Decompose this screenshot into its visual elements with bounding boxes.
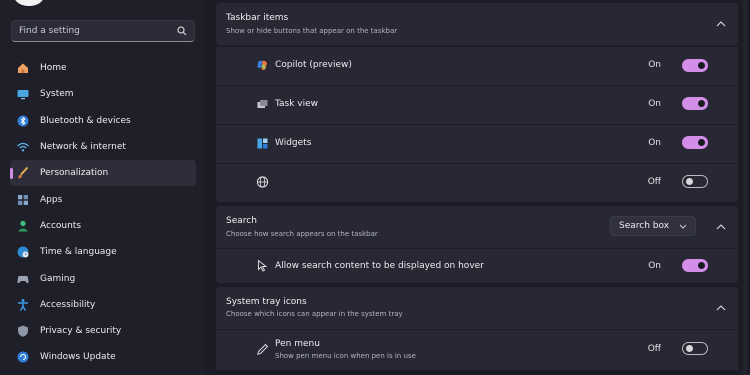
row-label: Pen menu bbox=[275, 339, 320, 349]
avatar[interactable] bbox=[14, 0, 44, 6]
toggle-knob bbox=[698, 100, 705, 107]
widgets-toggle[interactable] bbox=[682, 136, 708, 149]
sidebar-item-accounts[interactable]: Accounts bbox=[10, 213, 196, 239]
sidebar-item-label: Windows Update bbox=[40, 352, 116, 363]
globe-toggle[interactable] bbox=[682, 175, 708, 188]
bluetooth-icon bbox=[16, 114, 30, 128]
section-title: Search bbox=[226, 216, 257, 226]
pen-menu-row: Pen menu Show pen menu icon when pen is … bbox=[216, 330, 738, 370]
sidebar-item-label: Network & internet bbox=[40, 142, 126, 153]
sidebar-item-label: Accessibility bbox=[40, 299, 96, 310]
system-tray-header[interactable]: System tray icons Choose which icons can… bbox=[216, 287, 738, 329]
row-label: Widgets bbox=[275, 138, 312, 148]
brush-icon bbox=[16, 166, 30, 180]
task-view-icon bbox=[256, 98, 269, 111]
globe-icon bbox=[256, 175, 269, 188]
sidebar-item-time-language[interactable]: Time & language bbox=[10, 239, 196, 265]
chevron-up-icon[interactable] bbox=[716, 224, 726, 230]
wifi-icon bbox=[16, 140, 30, 154]
sidebar: Find a setting Home System Bluetooth & d… bbox=[0, 0, 205, 375]
pen-menu-toggle[interactable] bbox=[682, 342, 708, 355]
row-label: Copilot (preview) bbox=[275, 60, 352, 70]
search-hover-row: Allow search content to be displayed on … bbox=[216, 249, 738, 283]
toggle-state-text: Off bbox=[647, 344, 661, 354]
sidebar-item-label: Apps bbox=[40, 194, 63, 205]
taskbar-item-task-view: Task view On bbox=[216, 86, 738, 124]
widgets-icon bbox=[256, 137, 269, 150]
update-icon bbox=[16, 350, 30, 364]
sidebar-item-gaming[interactable]: Gaming bbox=[10, 265, 196, 291]
sidebar-item-network[interactable]: Network & internet bbox=[10, 134, 196, 160]
section-subtitle: Show or hide buttons that appear on the … bbox=[226, 27, 398, 35]
toggle-knob bbox=[698, 139, 705, 146]
taskbar-items-header[interactable]: Taskbar items Show or hide buttons that … bbox=[216, 3, 738, 45]
sidebar-nav: Home System Bluetooth & devices Network … bbox=[10, 55, 196, 371]
toggle-state-text: On bbox=[648, 138, 661, 148]
chevron-down-icon bbox=[679, 224, 687, 229]
globe-clock-icon bbox=[16, 245, 30, 259]
row-label: Allow search content to be displayed on … bbox=[275, 261, 484, 271]
main-content: Taskbar items Show or hide buttons that … bbox=[205, 0, 750, 375]
sidebar-item-label: Gaming bbox=[40, 273, 76, 284]
monitor-icon bbox=[16, 87, 30, 101]
sidebar-item-label: Accounts bbox=[40, 220, 82, 231]
sidebar-item-bluetooth[interactable]: Bluetooth & devices bbox=[10, 108, 196, 134]
section-title: System tray icons bbox=[226, 297, 307, 307]
chevron-up-icon[interactable] bbox=[716, 21, 726, 27]
search-section-header[interactable]: Search Choose how search appears on the … bbox=[216, 206, 738, 248]
section-subtitle: Choose which icons can appear in the sys… bbox=[226, 310, 403, 318]
search-mode-dropdown[interactable]: Search box bbox=[610, 216, 696, 236]
toggle-knob bbox=[698, 62, 705, 69]
shield-icon bbox=[16, 324, 30, 338]
accessibility-icon bbox=[16, 298, 30, 312]
sidebar-item-label: Bluetooth & devices bbox=[40, 115, 131, 126]
sidebar-item-label: Home bbox=[40, 63, 67, 74]
sidebar-item-home[interactable]: Home bbox=[10, 55, 196, 81]
cursor-icon bbox=[256, 259, 269, 272]
search-input[interactable]: Find a setting bbox=[11, 20, 195, 42]
sidebar-item-windows-update[interactable]: Windows Update bbox=[10, 344, 196, 370]
search-hover-toggle[interactable] bbox=[682, 259, 708, 272]
scrollbar[interactable] bbox=[743, 0, 747, 375]
section-subtitle: Choose how search appears on the taskbar bbox=[226, 230, 378, 238]
taskbar-item-copilot: Copilot (preview) On bbox=[216, 47, 738, 85]
row-label: Task view bbox=[275, 99, 319, 109]
sidebar-item-apps[interactable]: Apps bbox=[10, 186, 196, 212]
gamepad-icon bbox=[16, 272, 30, 286]
sidebar-item-label: Time & language bbox=[40, 247, 117, 258]
toggle-state-text: On bbox=[648, 99, 661, 109]
toggle-state-text: Off bbox=[647, 177, 661, 187]
toggle-knob bbox=[698, 262, 705, 269]
search-icon[interactable] bbox=[177, 26, 187, 36]
copilot-toggle[interactable] bbox=[682, 59, 708, 72]
toggle-knob bbox=[686, 345, 693, 352]
sidebar-item-label: Personalization bbox=[40, 168, 109, 179]
pen-icon bbox=[256, 343, 269, 356]
sidebar-item-personalization[interactable]: Personalization bbox=[10, 160, 196, 187]
sidebar-item-label: System bbox=[40, 89, 74, 100]
dropdown-value: Search box bbox=[619, 221, 670, 231]
sidebar-item-label: Privacy & security bbox=[40, 326, 122, 337]
settings-window: Find a setting Home System Bluetooth & d… bbox=[0, 0, 750, 375]
copilot-icon bbox=[256, 59, 269, 72]
toggle-state-text: On bbox=[648, 261, 661, 271]
search-placeholder: Find a setting bbox=[19, 26, 80, 36]
taskbar-item-globe: Off bbox=[216, 164, 738, 202]
apps-icon bbox=[16, 193, 30, 207]
sidebar-item-accessibility[interactable]: Accessibility bbox=[10, 292, 196, 318]
section-title: Taskbar items bbox=[226, 13, 289, 23]
row-sublabel: Show pen menu icon when pen is in use bbox=[275, 352, 416, 360]
toggle-knob bbox=[686, 178, 693, 185]
sidebar-item-system[interactable]: System bbox=[10, 81, 196, 107]
chevron-up-icon[interactable] bbox=[716, 305, 726, 311]
task-view-toggle[interactable] bbox=[682, 97, 708, 110]
home-icon bbox=[16, 61, 30, 75]
taskbar-item-widgets: Widgets On bbox=[216, 125, 738, 163]
sidebar-item-privacy[interactable]: Privacy & security bbox=[10, 318, 196, 344]
toggle-state-text: On bbox=[648, 60, 661, 70]
person-icon bbox=[16, 219, 30, 233]
